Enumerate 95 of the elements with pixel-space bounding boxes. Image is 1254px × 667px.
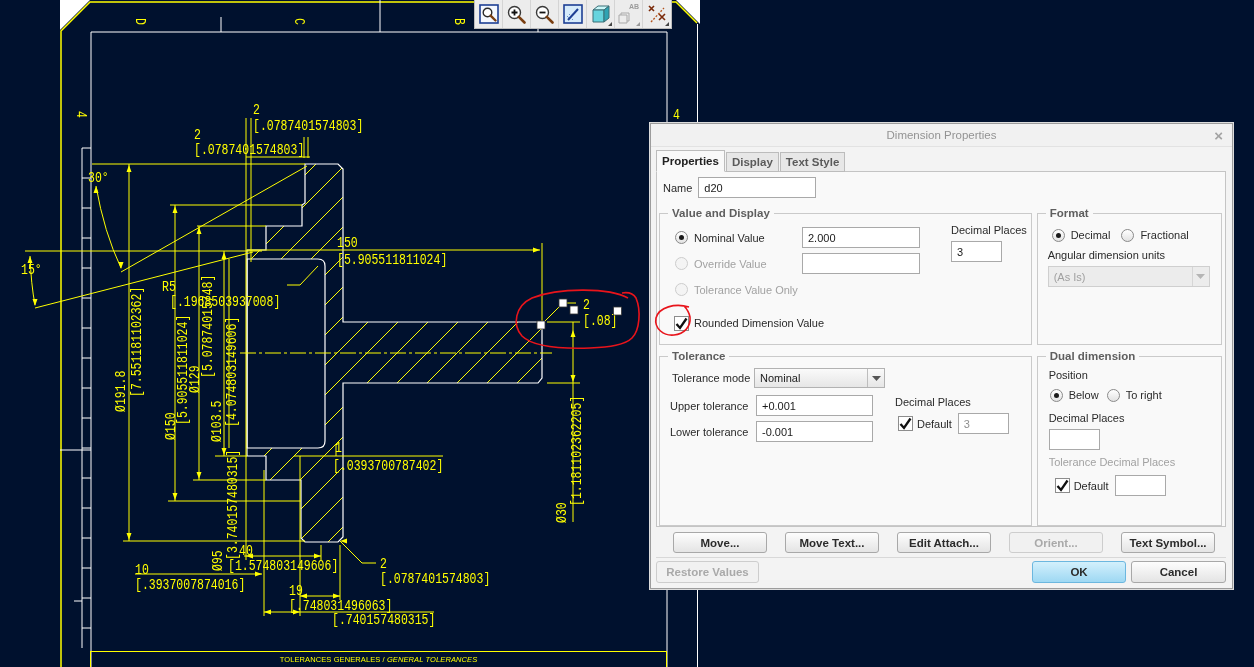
dimension-text: 2 bbox=[194, 127, 201, 144]
dimension-alt-text: [.0787401574803] bbox=[253, 118, 364, 135]
dimension-text: 15° bbox=[21, 262, 42, 279]
radio-button[interactable] bbox=[1049, 388, 1063, 402]
menu-corner-icon bbox=[608, 22, 612, 26]
checkbox-label: Rounded Dimension Value bbox=[694, 316, 825, 330]
radio-button[interactable] bbox=[1106, 388, 1120, 402]
radio-button[interactable] bbox=[1051, 228, 1065, 242]
group-title: Dual dimension bbox=[1048, 349, 1137, 363]
selection-handle[interactable] bbox=[536, 320, 546, 330]
dimension-text: Ø95 bbox=[210, 550, 227, 571]
radio-label: Tolerance Value Only bbox=[694, 282, 798, 297]
zoom-in-icon bbox=[507, 4, 526, 24]
dialog-title: Dimension Properties bbox=[886, 129, 997, 141]
field-label: Decimal Places bbox=[1048, 411, 1125, 425]
dimension-alt-text: [1.181102362205] bbox=[569, 395, 586, 506]
dimension-text: 2 bbox=[380, 556, 387, 573]
dimension-alt-text: [.740157480315] bbox=[332, 612, 436, 629]
dimension-text: 40 bbox=[239, 543, 253, 560]
text-field[interactable] bbox=[1048, 429, 1100, 450]
group-title: Format bbox=[1048, 206, 1090, 220]
dialog-button[interactable]: Cancel bbox=[1131, 561, 1226, 583]
framed-brush-icon bbox=[562, 4, 583, 24]
cross-marks-icon bbox=[647, 4, 667, 24]
framed-magnifier-icon bbox=[478, 4, 499, 24]
zoom-out-icon bbox=[535, 4, 554, 24]
text-field[interactable] bbox=[1114, 475, 1166, 496]
radio-label: Fractional bbox=[1140, 228, 1189, 242]
field-label: Lower tolerance bbox=[670, 424, 750, 439]
radio-button[interactable] bbox=[675, 231, 688, 244]
dimension-text: Ø191.8 bbox=[113, 370, 130, 412]
radio-label: Override Value bbox=[694, 256, 767, 271]
field-label: Position bbox=[1048, 368, 1088, 382]
dimension-text: Ø30 bbox=[554, 502, 571, 523]
checkbox[interactable] bbox=[674, 315, 689, 331]
radio-label: Decimal bbox=[1070, 228, 1111, 242]
dimension-alt-text: [.0787401574803] bbox=[380, 571, 491, 588]
radio-button[interactable] bbox=[1121, 228, 1135, 242]
field-label: Angular dimension units bbox=[1047, 248, 1166, 262]
dialog-button[interactable]: Text Symbol... bbox=[1121, 532, 1215, 553]
text-field[interactable]: 3 bbox=[951, 241, 1002, 262]
dimension-alt-text: [.748031496063] bbox=[289, 598, 393, 615]
dialog-button[interactable]: Edit Attach... bbox=[897, 532, 991, 553]
text-field[interactable]: 2.000 bbox=[802, 227, 920, 248]
caret-down-icon bbox=[871, 375, 881, 381]
selection-handle[interactable] bbox=[558, 298, 568, 308]
tab[interactable]: Text Style bbox=[779, 152, 846, 172]
menu-corner-icon bbox=[636, 22, 640, 26]
dimension-text: Ø103.5 bbox=[209, 400, 226, 442]
dimension-alt-text: [1.574803149606] bbox=[228, 558, 339, 575]
group-title: Value and Display bbox=[671, 206, 771, 220]
zone-label: D bbox=[131, 18, 148, 25]
ok-button[interactable]: OK bbox=[1032, 561, 1126, 583]
selection-handle[interactable] bbox=[613, 306, 622, 316]
field-label: Tolerance Decimal Places bbox=[1048, 455, 1176, 469]
dimension-alt-text: [.3937007874016] bbox=[135, 577, 246, 594]
field-label: Upper tolerance bbox=[670, 398, 750, 413]
text-field[interactable]: d20 bbox=[698, 177, 817, 198]
text-field[interactable] bbox=[802, 253, 920, 274]
cube-icon bbox=[591, 5, 610, 23]
dimension-alt-text: [.08] bbox=[583, 313, 618, 330]
dimension-text: 19 bbox=[289, 583, 303, 600]
field-label: Decimal Places bbox=[951, 223, 1027, 237]
zone-label: C bbox=[290, 18, 307, 25]
field-label: Name bbox=[663, 180, 693, 195]
dimension-text: 2 bbox=[583, 297, 590, 314]
dimension-alt-text: [.0787401574803] bbox=[194, 142, 305, 159]
menu-corner-icon bbox=[665, 22, 669, 26]
tab[interactable]: Properties bbox=[656, 150, 725, 172]
dropdown[interactable]: Nominal bbox=[754, 368, 885, 388]
text-field[interactable]: -0.001 bbox=[756, 421, 873, 442]
zone-label: 4 bbox=[673, 107, 680, 124]
radio-label: Below bbox=[1068, 388, 1099, 402]
dimension-text: 2 bbox=[253, 102, 260, 119]
dimension-text: 10 bbox=[135, 562, 149, 579]
field-label: Tolerance mode bbox=[671, 371, 752, 385]
dialog-button[interactable]: Move Text... bbox=[785, 532, 879, 553]
zone-label: 4 bbox=[72, 111, 89, 118]
group-title: Tolerance bbox=[671, 349, 727, 363]
checkbox-label: Default bbox=[1073, 478, 1109, 493]
radio-label: To right bbox=[1125, 388, 1162, 402]
dimension-text: 30° bbox=[88, 170, 109, 187]
field-label: Decimal Places bbox=[895, 395, 971, 409]
caret-down-icon bbox=[1196, 274, 1206, 279]
text-field[interactable]: +0.001 bbox=[756, 395, 873, 416]
selection-handle[interactable] bbox=[569, 305, 579, 315]
dialog-button[interactable]: Move... bbox=[673, 532, 767, 553]
zone-label: B bbox=[450, 18, 467, 25]
overlapping-squares-icon bbox=[618, 12, 631, 24]
checkbox-label: Default bbox=[917, 416, 952, 431]
radio-label: Nominal Value bbox=[694, 230, 765, 245]
dimension-alt-text: [7.551181102362] bbox=[129, 286, 146, 397]
dimension-text: 1 bbox=[335, 440, 342, 457]
dimension-text: R5 bbox=[162, 279, 176, 296]
tab[interactable]: Display bbox=[725, 152, 779, 172]
